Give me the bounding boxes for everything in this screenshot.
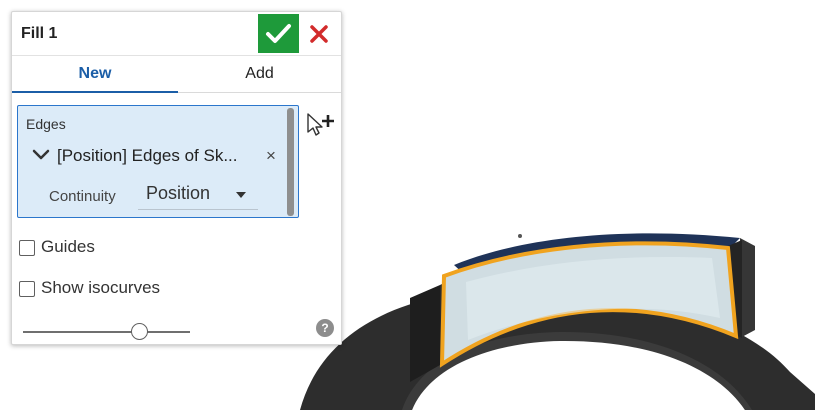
isocurve-slider-thumb[interactable] [131, 323, 148, 340]
edges-selection-field[interactable]: Edges [Position] Edges of Sk... × Contin… [17, 105, 299, 218]
close-icon [310, 25, 328, 43]
edge-selection-item[interactable]: [Position] Edges of Sk... [57, 146, 237, 166]
help-icon[interactable]: ? [316, 319, 334, 337]
continuity-label: Continuity [49, 188, 116, 205]
dialog-header: Fill 1 [12, 12, 341, 56]
continuity-value: Position [146, 183, 211, 203]
guides-label: Guides [41, 237, 95, 256]
edges-scrollbar[interactable] [287, 108, 294, 216]
check-icon [266, 24, 291, 43]
tab-new[interactable]: New [12, 56, 178, 93]
tab-add[interactable]: Add [178, 56, 341, 92]
tab-bar: New Add [12, 56, 341, 93]
continuity-dropdown[interactable]: Position [138, 180, 258, 210]
edges-label: Edges [26, 116, 66, 132]
cancel-button[interactable] [306, 21, 332, 47]
add-selection-cursor-icon[interactable] [305, 111, 339, 143]
isocurves-label: Show isocurves [41, 278, 161, 297]
dropdown-caret-icon [236, 192, 246, 198]
guides-checkbox-box[interactable] [19, 240, 35, 256]
fill-feature-dialog: Fill 1 New Add Edges [Position] Edges of… [11, 11, 342, 345]
isocurve-slider-track[interactable] [23, 331, 190, 333]
isocurves-checkbox-box[interactable] [19, 281, 35, 297]
confirm-button[interactable] [258, 14, 299, 53]
remove-edge-button[interactable]: × [266, 146, 276, 166]
chevron-down-icon[interactable] [32, 148, 50, 162]
dialog-title: Fill 1 [21, 25, 58, 42]
